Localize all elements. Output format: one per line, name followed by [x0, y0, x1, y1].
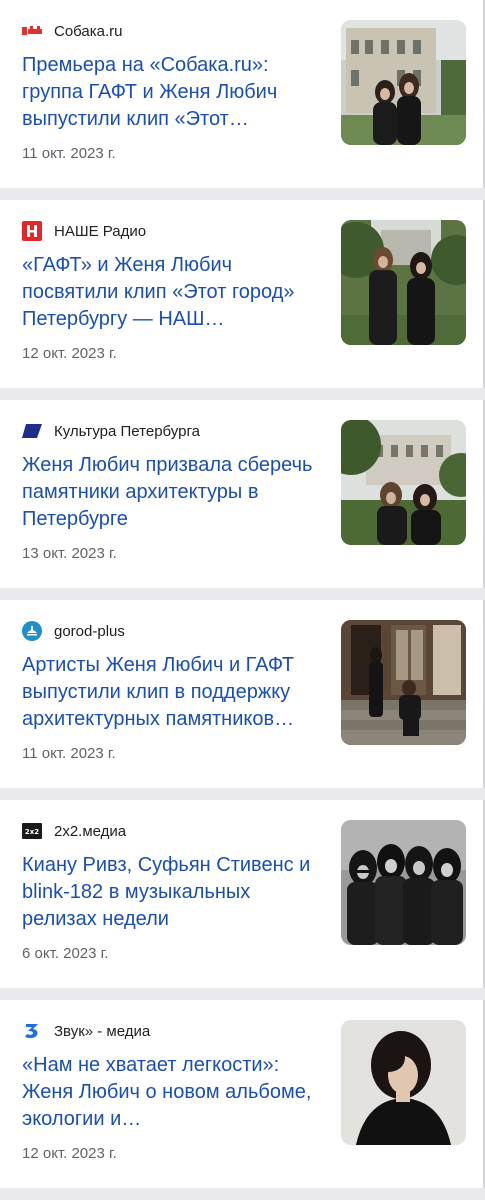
2x2-logo-icon: 2x2 — [22, 821, 42, 841]
news-source: Культура Петербурга — [22, 420, 200, 442]
gorod-plus-logo-icon — [22, 621, 42, 641]
news-feed: Собака.ru Премьера на «Собака.ru»: групп… — [0, 0, 485, 1200]
kultura-logo-icon — [22, 421, 42, 441]
nashe-radio-logo-icon — [22, 221, 42, 241]
news-source: НАШЕ Радио — [22, 220, 146, 242]
source-name: gorod-plus — [54, 622, 125, 640]
mansion-couple-photo[interactable] — [341, 20, 466, 145]
article-headline[interactable]: «ГАФТ» и Женя Любич посвятили клип «Этот… — [22, 252, 322, 333]
news-card[interactable]: 2x2 2x2.медиа Киану Ривз, Суфьян Стивенс… — [0, 800, 485, 988]
article-headline[interactable]: Киану Ривз, Суфьян Стивенс и blink-182 в… — [22, 852, 322, 933]
news-card[interactable]: Звук» - медиа «Нам не хватает легкости»:… — [0, 1000, 485, 1188]
source-name: Звук» - медиа — [54, 1022, 151, 1040]
news-card[interactable]: НАШЕ Радио «ГАФТ» и Женя Любич посвятили… — [0, 200, 485, 388]
article-headline[interactable]: Артисты Женя Любич и ГАФТ выпустили клип… — [22, 652, 322, 733]
source-name: Собака.ru — [54, 22, 123, 40]
news-card[interactable]: Собака.ru Премьера на «Собака.ru»: групп… — [0, 0, 485, 188]
garden-couple-photo[interactable] — [341, 420, 466, 545]
news-source: 2x2 2x2.медиа — [22, 820, 126, 842]
band-bw-photo[interactable] — [341, 820, 466, 945]
article-date: 11 окт. 2023 г. — [22, 145, 116, 162]
article-date: 13 окт. 2023 г. — [22, 545, 117, 562]
news-source: gorod-plus — [22, 620, 125, 642]
source-name: НАШЕ Радио — [54, 222, 147, 240]
article-headline[interactable]: Премьера на «Собака.ru»: группа ГАФТ и Ж… — [22, 52, 322, 133]
news-source: Собака.ru — [22, 20, 123, 42]
article-date: 6 окт. 2023 г. — [22, 945, 109, 962]
svg-text:2x2: 2x2 — [25, 828, 39, 836]
park-couple-photo[interactable] — [341, 220, 466, 345]
article-date: 12 окт. 2023 г. — [22, 345, 117, 362]
news-source: Звук» - медиа — [22, 1020, 150, 1042]
zvuk-logo-icon — [22, 1021, 42, 1041]
portrait-woman-photo[interactable] — [341, 1020, 466, 1145]
source-name: 2x2.медиа — [54, 822, 127, 840]
sobaka-logo-icon — [22, 21, 42, 41]
steps-couple-photo[interactable] — [341, 620, 466, 745]
source-name: Культура Петербурга — [54, 422, 200, 440]
article-date: 11 окт. 2023 г. — [22, 745, 116, 762]
feed-bottom-divider — [0, 1190, 485, 1200]
article-headline[interactable]: Женя Любич призвала сберечь памятники ар… — [22, 452, 322, 533]
article-date: 12 окт. 2023 г. — [22, 1145, 117, 1162]
news-card[interactable]: gorod-plus Артисты Женя Любич и ГАФТ вып… — [0, 600, 485, 788]
article-headline[interactable]: «Нам не хватает легкости»: Женя Любич о … — [22, 1052, 322, 1133]
news-card[interactable]: Культура Петербурга Женя Любич призвала … — [0, 400, 485, 588]
